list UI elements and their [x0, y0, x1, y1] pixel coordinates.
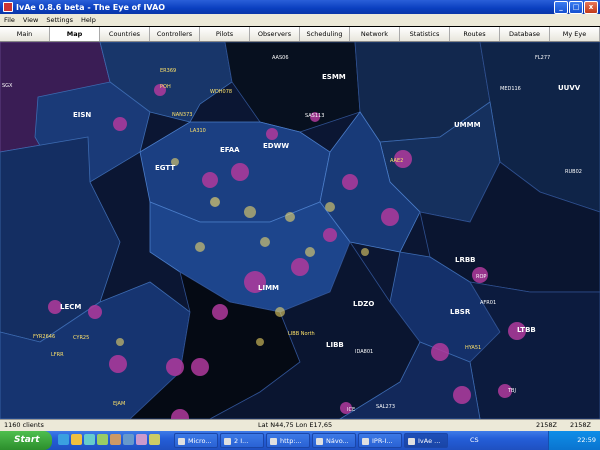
minimize-button[interactable]: _	[554, 1, 568, 14]
map-label: ROP	[476, 274, 486, 280]
map-label: IDA801	[355, 349, 373, 355]
map-label: CYR25	[73, 335, 89, 341]
tab-routes[interactable]: Routes	[450, 27, 500, 41]
tab-my-eye[interactable]: My Eye	[550, 27, 600, 41]
map-label: HYA51	[465, 345, 481, 351]
menu-bar: File View Settings Help	[0, 14, 600, 26]
region-label-eisn: EISN	[73, 111, 91, 119]
quicklaunch-icon[interactable]	[97, 434, 108, 445]
cursor-position: Lat N44,75 Lon E17,65	[258, 421, 333, 429]
map-label: LIBB North	[288, 331, 315, 337]
region-label-libb: LIBB	[326, 341, 344, 349]
menu-file[interactable]: File	[0, 16, 19, 24]
map-label: ER369	[160, 68, 176, 74]
region-label-lrbb: LRBB	[455, 256, 476, 264]
map-label: FL277	[535, 55, 550, 61]
map-label: TBJ	[507, 388, 516, 394]
maximize-button[interactable]: □	[569, 1, 583, 14]
map-label: MED116	[500, 86, 521, 92]
tab-map[interactable]: Map	[50, 27, 100, 41]
utc-time-2: 2158Z	[570, 421, 591, 429]
region-label-lbsr: LBSR	[450, 308, 471, 316]
map-label: SAS113	[305, 113, 324, 119]
region-label-lecm: LECM	[60, 303, 81, 311]
region-label-esmm: ESMM	[322, 73, 346, 81]
tab-statistics[interactable]: Statistics	[400, 27, 450, 41]
region-label-ummm: UMMM	[454, 121, 481, 129]
quicklaunch-icon[interactable]	[110, 434, 121, 445]
language-indicator[interactable]: CS	[470, 436, 479, 444]
region-label-edww: EDWW	[263, 142, 289, 150]
menu-view[interactable]: View	[19, 16, 42, 24]
taskbar-item[interactable]: Návo...	[312, 433, 356, 448]
title-bar: IvAe 0.8.6 beta - The Eye of IVAO _ □ x	[0, 0, 600, 14]
ie-icon[interactable]	[58, 434, 69, 445]
client-count: 1160 clients	[4, 421, 44, 429]
map-label: SGX	[2, 83, 13, 89]
taskbar: Start Micro... 2 I... http:... Návo... I…	[0, 431, 600, 450]
region-label-ldzo: LDZO	[353, 300, 374, 308]
tab-main[interactable]: Main	[0, 27, 50, 41]
quicklaunch-icon[interactable]	[123, 434, 134, 445]
map-label: AFR01	[480, 300, 496, 306]
map-label: AAE2	[390, 158, 403, 164]
map-label: LA310	[190, 128, 206, 134]
taskbar-item[interactable]: 2 I...	[220, 433, 264, 448]
taskbar-item[interactable]: IPR-I...	[358, 433, 402, 448]
tab-network[interactable]: Network	[350, 27, 400, 41]
map-view[interactable]: ESMM EISN UMMM EDWW EFAA EGTT LRBB LECM …	[0, 42, 600, 419]
window-title: IvAe 0.8.6 beta - The Eye of IVAO	[16, 2, 166, 12]
folder-icon[interactable]	[71, 434, 82, 445]
quicklaunch-icon[interactable]	[84, 434, 95, 445]
region-label-limm: LIMM	[258, 284, 279, 292]
map-label: ICE	[347, 407, 355, 413]
map-label: POH	[160, 84, 171, 90]
map-canvas[interactable]: ESMM EISN UMMM EDWW EFAA EGTT LRBB LECM …	[0, 42, 600, 419]
region-label-uuvv: UUVV	[558, 84, 581, 92]
region-label-ltbb: LTBB	[517, 326, 536, 334]
clock: 22:59	[577, 436, 596, 444]
tab-countries[interactable]: Countries	[100, 27, 150, 41]
menu-settings[interactable]: Settings	[42, 16, 77, 24]
system-tray: 22:59	[548, 431, 600, 450]
quicklaunch-icon[interactable]	[149, 434, 160, 445]
map-label: LFRR	[51, 352, 64, 358]
map-label: FYR2646	[33, 334, 55, 340]
map-label: AAS06	[272, 55, 289, 61]
map-label: SAL273	[376, 404, 395, 410]
tab-observers[interactable]: Observers	[250, 27, 300, 41]
tab-scheduling[interactable]: Scheduling	[300, 27, 350, 41]
region-label-efaa: EFAA	[220, 146, 240, 154]
region-label-egtt: EGTT	[155, 164, 175, 172]
start-button[interactable]: Start	[0, 431, 52, 450]
map-label: RUB02	[565, 169, 582, 175]
tab-pilots[interactable]: Pilots	[200, 27, 250, 41]
map-label: NAN373	[172, 112, 192, 118]
taskbar-item[interactable]: IvAe ...	[404, 433, 448, 448]
taskbar-item[interactable]: http:...	[266, 433, 310, 448]
close-button[interactable]: x	[584, 1, 598, 14]
map-label: WDH078	[210, 89, 232, 95]
menu-help[interactable]: Help	[77, 16, 100, 24]
tab-database[interactable]: Database	[500, 27, 550, 41]
map-label: EJAM	[113, 401, 125, 407]
app-icon	[3, 2, 13, 12]
quicklaunch-icon[interactable]	[136, 434, 147, 445]
tab-bar: Main Map Countries Controllers Pilots Ob…	[0, 27, 600, 42]
utc-time: 2158Z	[536, 421, 557, 429]
taskbar-item[interactable]: Micro...	[174, 433, 218, 448]
tab-controllers[interactable]: Controllers	[150, 27, 200, 41]
